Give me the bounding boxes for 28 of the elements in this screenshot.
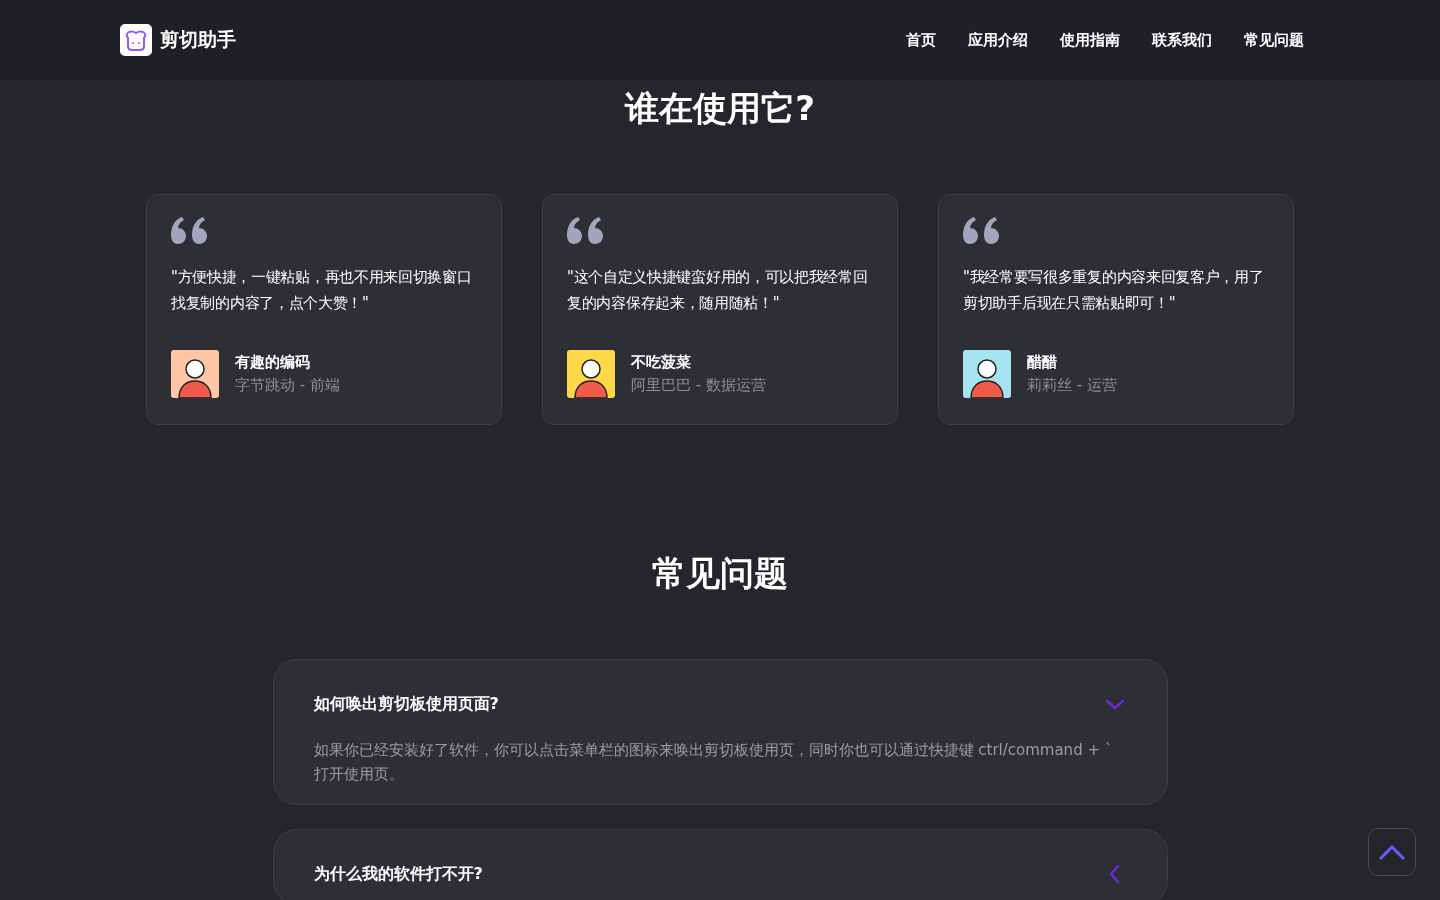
section-title: 谁在使用它? — [623, 87, 816, 130]
person-role: 阿里巴巴 - 数据运营 — [631, 376, 766, 395]
person-role: 字节跳动 - 前端 — [235, 376, 340, 395]
brand-name: 剪切助手 — [160, 27, 236, 52]
faq-question: 为什么我的软件打不开? — [313, 863, 483, 885]
nav-link[interactable]: 联系我们 — [1152, 30, 1212, 50]
faq-item[interactable]: 为什么我的软件打不开? — [272, 829, 1168, 900]
faq-item[interactable]: 如何唤出剪切板使用页面? 如果你已经安装好了软件，你可以点击菜单栏的图标来唤出剪切板使用页，同时你也可以通过快捷键 ctrl/command + ` 打开使用页。 — [272, 659, 1168, 805]
faq-answer: 如果你已经安装好了软件，你可以点击菜单栏的图标来唤出剪切板使用页，同时你也可以通过快捷键 ctrl/command + ` 打开使用页。 — [313, 740, 1114, 785]
quote-icon — [171, 217, 208, 244]
testimonial-quote: "我经常要写很多重复的内容来回复客户，用了剪切助手后现在只需粘贴即可！" — [963, 267, 1265, 314]
logo-icon — [120, 24, 152, 56]
testimonial-quote: "这个自定义快捷键蛮好用的，可以把我经常回复的内容保存起来，随用随粘！" — [567, 267, 869, 314]
faq-question: 如何唤出剪切板使用页面? — [313, 693, 499, 715]
chevron-up-icon — [1379, 844, 1405, 860]
person-name: 不吃菠菜 — [631, 353, 692, 372]
nav-link[interactable]: 首页 — [906, 30, 936, 50]
nav-link[interactable]: 应用介绍 — [968, 30, 1028, 50]
back-to-top-button[interactable] — [1368, 828, 1416, 876]
person-name: 有趣的编码 — [235, 353, 311, 372]
testimonial-quote: "方便快捷，一键粘贴，再也不用来回切换窗口找复制的内容了，点个大赞！" — [171, 267, 473, 314]
nav-link[interactable]: 使用指南 — [1060, 30, 1120, 50]
person-name: 醋醋 — [1027, 353, 1058, 372]
nav-link[interactable]: 常见问题 — [1244, 30, 1304, 50]
person-role: 莉莉丝 - 运营 — [1027, 376, 1117, 395]
section-title: 常见问题 — [651, 552, 789, 595]
quote-icon — [567, 217, 604, 244]
quote-icon — [963, 217, 1000, 244]
